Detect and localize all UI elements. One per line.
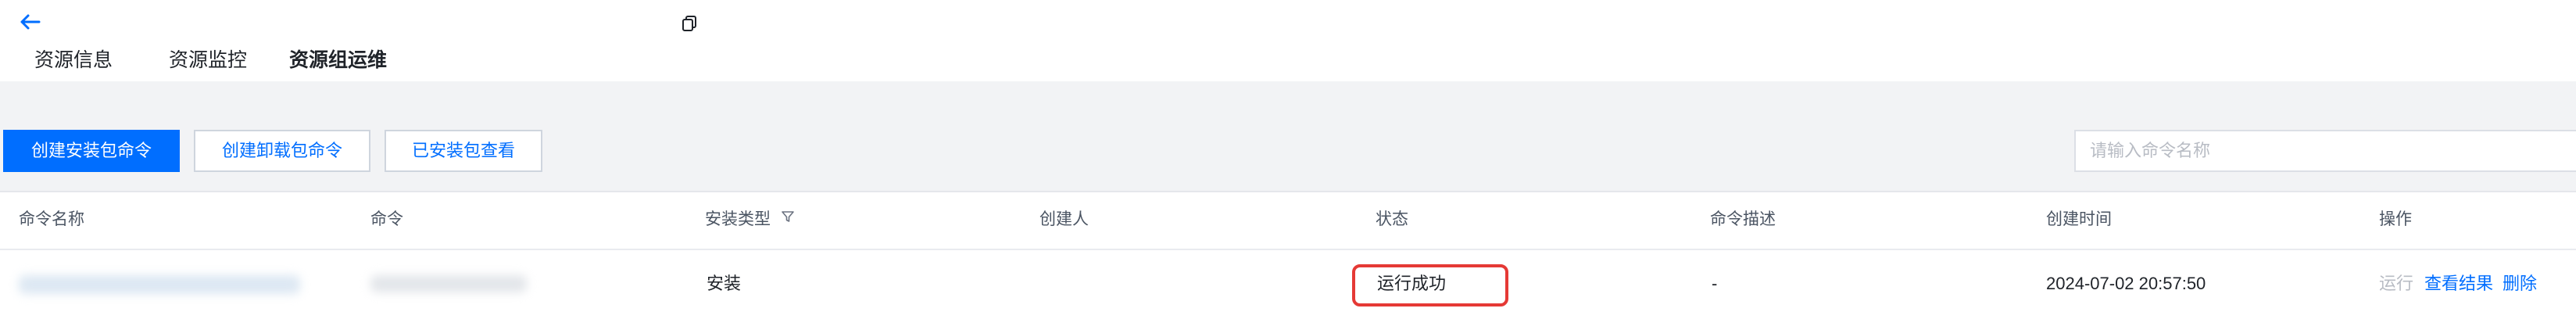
command-name-search-input[interactable]: 请输入命令名称 [2074, 130, 2576, 172]
column-header-actions: 操作 [2379, 210, 2412, 228]
delete-action-link[interactable]: 删除 [2503, 272, 2537, 296]
view-result-action-link[interactable]: 查看结果 [2424, 272, 2493, 296]
blurred-command [370, 275, 527, 292]
column-header-status: 状态 [1376, 210, 1408, 228]
create-uninstall-command-button[interactable]: 创建卸载包命令 [194, 130, 370, 172]
blurred-command-name [19, 275, 300, 294]
create-install-command-button[interactable]: 创建安装包命令 [3, 130, 180, 172]
view-installed-packages-button[interactable]: 已安装包查看 [385, 130, 542, 172]
created-time-cell: 2024-07-02 20:57:50 [2046, 274, 2206, 293]
tab-resource-info[interactable]: 资源信息 [34, 45, 113, 81]
column-header-label: 安装类型 [705, 210, 771, 228]
run-action-link[interactable]: 运行 [2379, 272, 2413, 296]
status-highlight-box [1352, 264, 1508, 306]
column-header-command-name: 命令名称 [19, 210, 84, 228]
tab-resource-group-ops[interactable]: 资源组运维 [289, 45, 388, 84]
description-cell: - [1712, 274, 1718, 293]
tab-resource-monitor[interactable]: 资源监控 [169, 45, 247, 81]
column-header-creator: 创建人 [1039, 210, 1089, 228]
page-header: 资源信息 资源监控 资源组运维 [0, 0, 2576, 84]
filter-icon[interactable] [780, 208, 796, 231]
column-header-created-time: 创建时间 [2046, 210, 2112, 228]
header-divider [0, 249, 2576, 250]
copy-icon[interactable] [680, 14, 699, 33]
back-arrow-icon[interactable] [14, 6, 45, 38]
column-header-install-type: 安装类型 [705, 208, 796, 231]
column-header-description: 命令描述 [1710, 210, 1776, 228]
install-type-cell: 安装 [707, 274, 742, 293]
column-header-command: 命令 [370, 210, 403, 228]
